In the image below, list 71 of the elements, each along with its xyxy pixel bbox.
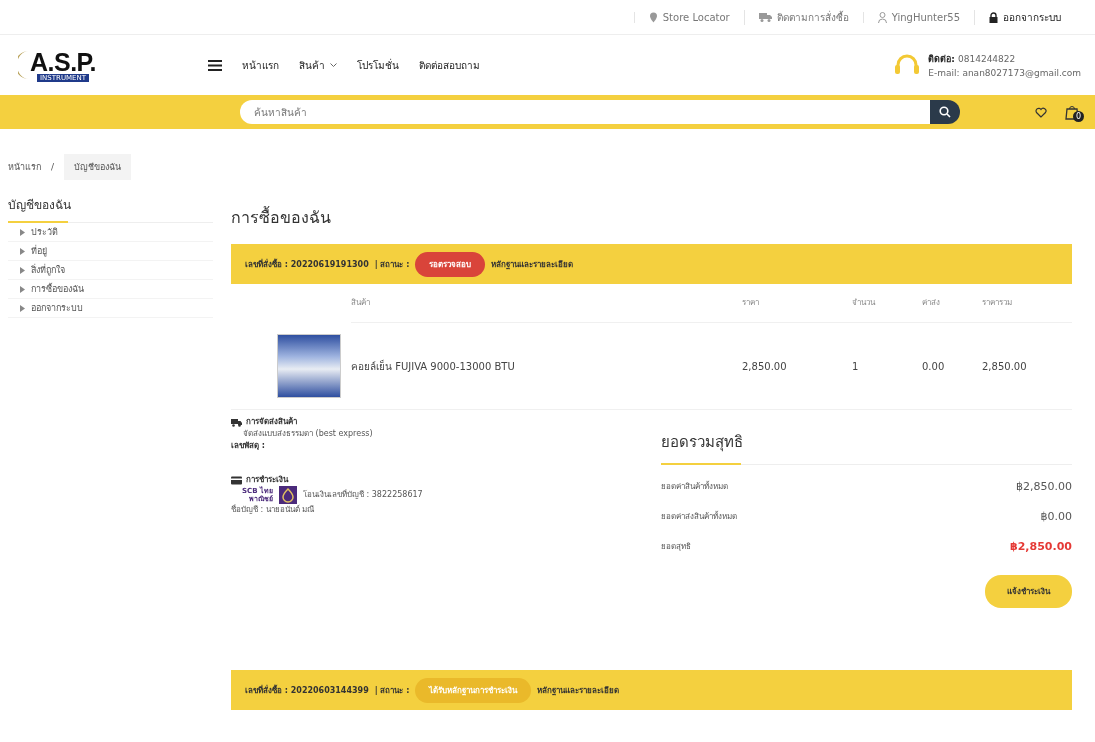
page-title: การซื้อของฉัน bbox=[231, 205, 332, 229]
details-link[interactable]: หลักฐานและรายละเอียด bbox=[537, 683, 620, 697]
breadcrumb-link[interactable]: หน้าแรก bbox=[8, 160, 41, 174]
sidebar-item[interactable]: ประวัติ bbox=[31, 225, 58, 239]
cart-count: 0 bbox=[1073, 111, 1084, 122]
top-link[interactable]: ออกจากระบบ bbox=[1003, 9, 1061, 25]
nav-link[interactable]: โปรโมชั่น bbox=[357, 57, 399, 73]
search-button[interactable] bbox=[930, 100, 960, 124]
summary-label: ยอดค่าส่งสินค้าทั้งหมด bbox=[661, 510, 737, 523]
nav-link[interactable]: สินค้า bbox=[299, 57, 325, 73]
caret-icon bbox=[20, 228, 25, 236]
sidebar-item[interactable]: สิ่งที่ถูกใจ bbox=[31, 263, 65, 277]
table-cell-text: 2,850.00 bbox=[742, 359, 788, 374]
column-header: ค่าส่ง bbox=[922, 284, 982, 323]
breadcrumb-current: บัญชีของฉัน bbox=[64, 154, 132, 180]
email-text: E-mail: anan8027173@gmail.com bbox=[928, 68, 1081, 78]
details-link[interactable]: หลักฐานและรายละเอียด bbox=[491, 257, 574, 271]
tracking-label: เลขพัสดุ : bbox=[231, 440, 266, 452]
account-number: โอนเงินเลขที่บัญชี : 3822258617 bbox=[303, 489, 423, 501]
payment-title: การชำระเงิน bbox=[246, 474, 288, 486]
top-link[interactable]: YingHunter55 bbox=[891, 11, 960, 23]
breadcrumb-separator: / bbox=[51, 162, 55, 172]
summary-value: ฿2,850.00 bbox=[1016, 479, 1072, 493]
user-icon bbox=[877, 11, 887, 23]
table-cell-text: 0.00 bbox=[922, 359, 946, 374]
search-icon bbox=[939, 106, 951, 118]
order-number: เลขที่สั่งซื้อ : 20220603144399 bbox=[245, 683, 369, 697]
summary-label: ยอดค่าสินค้าทั้งหมด bbox=[661, 480, 728, 493]
map-pin-icon bbox=[648, 11, 658, 23]
delivery-method: จัดส่งแบบส่งธรรมดา (best express) bbox=[242, 428, 374, 440]
column-header: สินค้า bbox=[351, 284, 742, 323]
status-badge: ได้รับหลักฐานการชำระเงิน bbox=[415, 677, 532, 703]
order-number: เลขที่สั่งซื้อ : 20220619191300 bbox=[245, 257, 369, 271]
caret-icon bbox=[20, 266, 25, 274]
column-header: ราคารวม bbox=[982, 284, 1072, 323]
card-icon bbox=[231, 475, 242, 485]
lock-icon bbox=[989, 11, 998, 23]
caret-icon bbox=[20, 247, 25, 255]
status-badge: รอตรวจสอบ bbox=[415, 251, 486, 277]
status-label: | สถานะ : bbox=[374, 258, 410, 271]
summary-value: ฿0.00 bbox=[1040, 509, 1072, 523]
phone-text: ติดต่อ: 0814244822 bbox=[928, 53, 1017, 66]
top-link[interactable]: Store Locator bbox=[662, 11, 730, 23]
table-cell-text: 1 bbox=[852, 359, 860, 374]
column-header: ราคา bbox=[742, 284, 852, 323]
sidebar-title: บัญชีของฉัน bbox=[8, 183, 213, 223]
summary-value: ฿2,850.00 bbox=[1010, 539, 1072, 553]
column-header: จำนวน bbox=[852, 284, 922, 323]
table-cell-text: คอยล์เย็น FUJIVA 9000-13000 BTU bbox=[351, 358, 516, 374]
summary-label: ยอดสุทธิ bbox=[661, 540, 691, 553]
sidebar-item[interactable]: การซื้อของฉัน bbox=[31, 282, 84, 296]
search-field[interactable]: ค้นหาสินค้า bbox=[240, 100, 930, 124]
table-cell-text: 2,850.00 bbox=[982, 359, 1028, 374]
caret-icon bbox=[20, 304, 25, 312]
truck-icon bbox=[231, 417, 242, 427]
heart-icon[interactable] bbox=[1035, 106, 1047, 118]
top-link[interactable]: ติดตามการสั่งซื้อ bbox=[776, 9, 849, 25]
caret-icon bbox=[20, 285, 25, 293]
account-name: ชื่อบัญชี : นายอนันต์ มณี bbox=[231, 504, 316, 516]
product-photo bbox=[277, 334, 341, 398]
sidebar-item[interactable]: ที่อยู่ bbox=[31, 244, 47, 258]
sidebar-item[interactable]: ออกจากระบบ bbox=[31, 301, 83, 315]
payment-button[interactable]: แจ้งชำระเงิน bbox=[985, 575, 1072, 608]
truck-icon bbox=[758, 12, 772, 22]
bank-emblem-icon bbox=[279, 486, 297, 504]
menu-icon[interactable] bbox=[208, 59, 222, 71]
summary-title: ยอดรวมสุทธิ bbox=[661, 424, 1072, 465]
nav-link[interactable]: หน้าแรก bbox=[242, 57, 279, 73]
nav-link[interactable]: ติดต่อสอบถาม bbox=[419, 57, 480, 73]
status-label: | สถานะ : bbox=[374, 684, 410, 697]
delivery-title: การจัดส่งสินค้า bbox=[246, 416, 297, 428]
